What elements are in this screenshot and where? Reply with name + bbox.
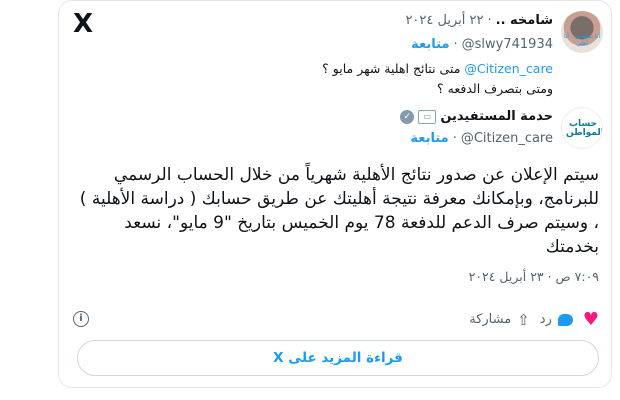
reply-mention[interactable]: @Citizen_care — [464, 61, 553, 76]
bubble-icon — [557, 313, 573, 326]
info-icon[interactable]: i — [73, 311, 89, 327]
x-logo-icon[interactable]: X — [73, 11, 93, 37]
reply-date[interactable]: ٢٢ أبريل ٢٠٢٤ — [405, 13, 483, 28]
main-author-name[interactable]: حدمة المستفيدين — [440, 109, 553, 124]
reply-header: شامخه .. · ٢٢ أبريل ٢٠٢٤ — [405, 13, 553, 28]
reply-author-name[interactable]: شامخه .. — [496, 13, 553, 28]
upload-icon: ⇧ — [517, 310, 530, 329]
share-label: مشاركة — [469, 312, 512, 327]
reply-line-1: @Citizen_care متى نتائج اهلية شهر مايو ؟ — [322, 59, 553, 79]
heart-icon[interactable]: ♥ — [583, 309, 599, 330]
verified-badge-icon: ✓ — [400, 109, 415, 124]
tweet-card: X أنا سعودي.. أنا أهلي شامخه .. · ٢٢ أبر… — [58, 0, 612, 388]
avatar-caption: أنا سعودي.. أنا أهلي — [563, 33, 601, 47]
main-avatar[interactable]: حساب المواطن — [561, 107, 603, 149]
reply-button[interactable]: رد — [540, 312, 573, 327]
follow-button[interactable]: متابعة — [411, 37, 449, 52]
reply-text: @Citizen_care متى نتائج اهلية شهر مايو ؟… — [322, 59, 553, 99]
reply-handle-row: @slwy741934 · متابعة — [411, 37, 553, 52]
reply-line1-text: متى نتائج اهلية شهر مايو ؟ — [322, 61, 461, 76]
logo-line-2: المواطن — [566, 128, 603, 138]
read-more-button[interactable]: قراءة المزيد على X — [77, 340, 599, 376]
follow-button[interactable]: متابعة — [410, 131, 448, 146]
separator: · — [487, 13, 492, 28]
separator: · — [453, 37, 458, 52]
share-button[interactable]: ⇧ مشاركة — [469, 311, 530, 329]
tweet-body: سيتم الإعلان عن صدور نتائج الأهلية شهريا… — [79, 165, 599, 257]
org-badge-icon: ▭ — [418, 109, 437, 124]
main-header: حدمة المستفيدين ▭ ✓ — [400, 109, 553, 124]
reply-label: رد — [539, 312, 552, 327]
separator: · — [452, 131, 457, 146]
tweet-timestamp[interactable]: ٧:٠٩ ص · ٢٣ أبريل ٢٠٢٤ — [469, 269, 599, 284]
action-bar: ♥ رد ⇧ مشاركة — [469, 309, 599, 330]
main-handle[interactable]: @Citizen_care — [461, 131, 553, 146]
reply-handle[interactable]: @slwy741934 — [462, 37, 553, 52]
main-handle-row: @Citizen_care · متابعة — [410, 131, 553, 146]
reply-avatar[interactable]: أنا سعودي.. أنا أهلي — [561, 11, 603, 53]
reply-line-2: ومتى بتصرف الدفعه ؟ — [437, 81, 553, 96]
citizen-account-logo: حساب المواطن — [566, 120, 603, 138]
